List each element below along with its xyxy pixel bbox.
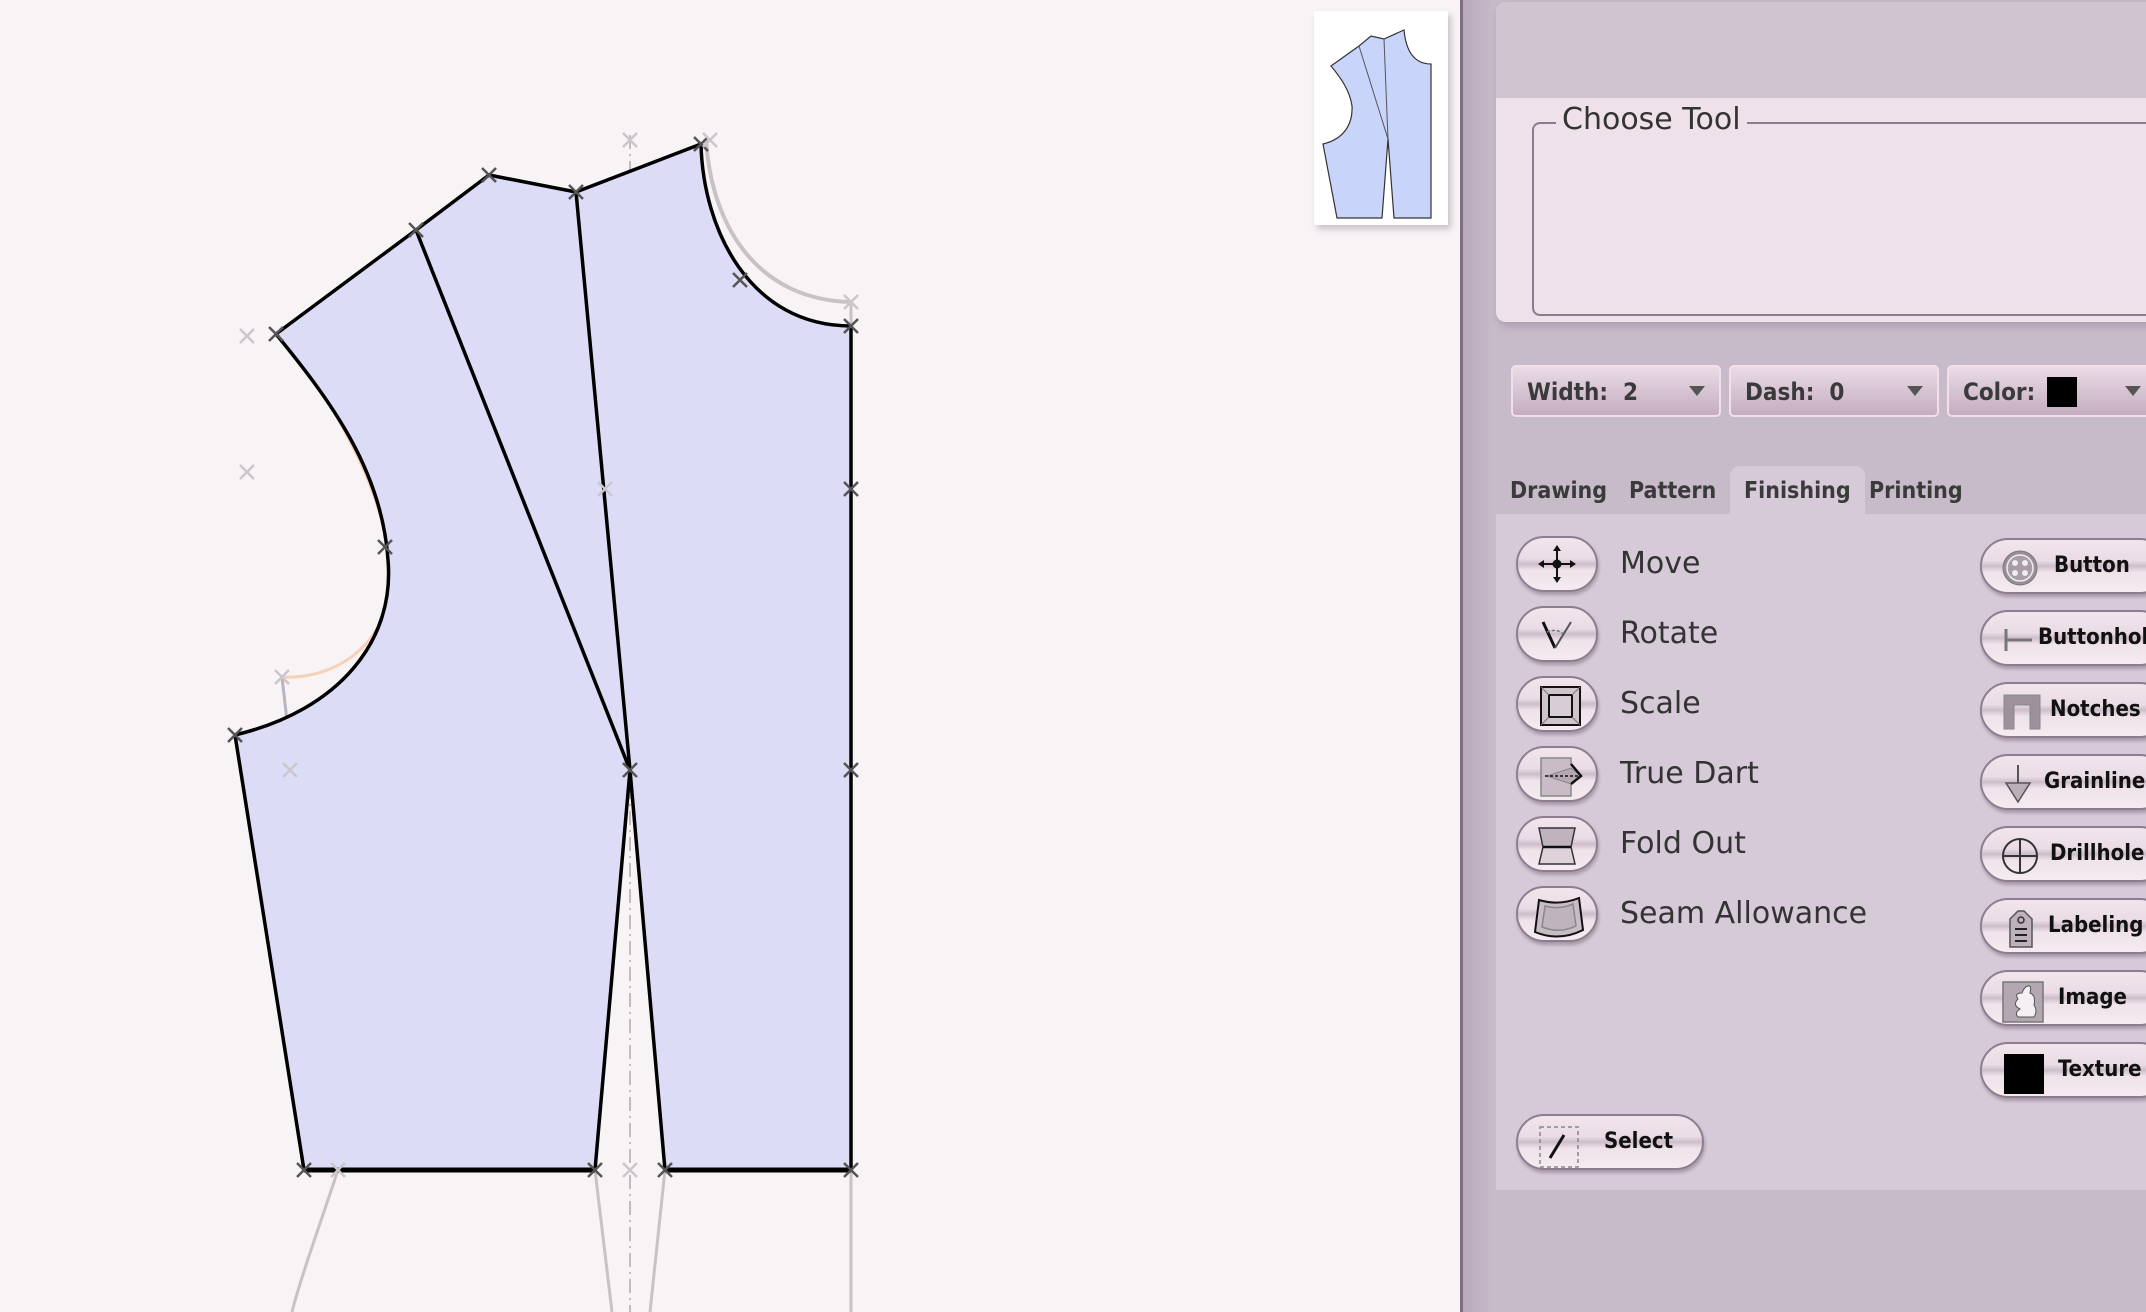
tool-scale-label: Scale xyxy=(1620,686,1701,721)
choose-tool-group: Choose Tool xyxy=(1532,102,2146,316)
move-button[interactable] xyxy=(1516,536,1598,592)
width-label: Width: xyxy=(1527,378,1609,406)
thumbnail-piece xyxy=(1322,29,1432,219)
color-dropdown[interactable]: Color: xyxy=(1947,365,2146,417)
grainline-tool-label: Grainline xyxy=(2044,769,2146,794)
select-icon xyxy=(1539,1126,1579,1168)
buttonhole-icon xyxy=(2004,629,2032,651)
color-swatch xyxy=(2047,377,2077,407)
seam-allowance-icon xyxy=(1533,896,1585,938)
rotate-icon xyxy=(1541,621,1572,649)
color-label: Color: xyxy=(1963,378,2036,406)
button-tool-label: Button xyxy=(2054,553,2130,578)
texture-icon xyxy=(2004,1054,2044,1094)
scale-icon xyxy=(1540,686,1581,726)
drillhole-tool[interactable]: Drillhole xyxy=(1980,826,2146,882)
fold-out-icon xyxy=(1538,827,1576,865)
true-dart-button[interactable] xyxy=(1516,746,1598,802)
button-tool[interactable]: Button xyxy=(1980,538,2146,594)
dash-value: 0 xyxy=(1829,378,1845,406)
notches-tool-label: Notches xyxy=(2050,697,2141,722)
width-value: 2 xyxy=(1623,378,1639,406)
tab-printing[interactable]: Printing xyxy=(1855,466,1977,516)
bodice-piece[interactable] xyxy=(233,142,853,1172)
notches-tool[interactable]: Notches xyxy=(1980,682,2146,738)
tool-rotate-label: Rotate xyxy=(1620,616,1719,651)
ghost-below-dart-r xyxy=(648,1169,667,1312)
image-tool[interactable]: Image xyxy=(1980,970,2146,1026)
overview-thumbnail[interactable] xyxy=(1314,11,1448,225)
tool-options-box: Choose Tool xyxy=(1496,2,2146,322)
buttonhole-tool-label: Buttonhole xyxy=(2038,625,2146,650)
chevron-down-icon xyxy=(1907,386,1923,396)
tab-finishing[interactable]: Finishing xyxy=(1730,466,1865,516)
tool-move-label: Move xyxy=(1620,546,1701,581)
true-dart-icon xyxy=(1540,757,1583,797)
select-button[interactable]: Select xyxy=(1516,1114,1704,1170)
select-button-label: Select xyxy=(1604,1129,1674,1154)
image-tool-label: Image xyxy=(2058,985,2127,1010)
tab-drawing[interactable]: Drawing xyxy=(1496,466,1621,516)
buttonhole-tool[interactable]: Buttonhole xyxy=(1980,610,2146,666)
button-icon xyxy=(2002,550,2038,586)
texture-tool[interactable]: Texture xyxy=(1980,1042,2146,1098)
chevron-down-icon xyxy=(1689,386,1705,396)
finishing-tab-content: Move Rotate Scale True Dart Fold Out Sea… xyxy=(1496,514,2146,1190)
ghost-below-dart-l xyxy=(593,1169,614,1312)
image-icon xyxy=(2002,981,2044,1023)
ghost-below-side xyxy=(290,1169,340,1312)
pattern-drawing[interactable] xyxy=(0,0,1460,1312)
pattern-canvas[interactable] xyxy=(0,0,1460,1312)
tool-fold-out-label: Fold Out xyxy=(1620,826,1746,861)
point-marker[interactable] xyxy=(239,328,255,344)
labeling-tool[interactable]: Labeling xyxy=(1980,898,2146,954)
tool-panel: Choose Tool Width: 2 Dash: 0 Color: Draw… xyxy=(1460,0,2146,1312)
dash-label: Dash: xyxy=(1745,378,1815,406)
grainline-tool[interactable]: Grainline xyxy=(1980,754,2146,810)
width-dropdown[interactable]: Width: 2 xyxy=(1511,365,1721,417)
chevron-down-icon xyxy=(2125,386,2141,396)
tool-seam-allowance-label: Seam Allowance xyxy=(1620,896,1868,931)
rotate-button[interactable] xyxy=(1516,606,1598,662)
move-icon xyxy=(1538,545,1576,583)
labeling-icon xyxy=(2009,910,2033,948)
texture-tool-label: Texture xyxy=(2058,1057,2142,1082)
drillhole-icon xyxy=(2002,838,2038,874)
choose-tool-label: Choose Tool xyxy=(1556,102,1747,137)
grainline-icon xyxy=(2004,765,2032,803)
notches-icon xyxy=(2003,694,2041,730)
seam-allowance-button[interactable] xyxy=(1516,886,1598,942)
tab-pattern[interactable]: Pattern xyxy=(1615,466,1730,516)
point-marker[interactable] xyxy=(622,1162,638,1178)
point-marker[interactable] xyxy=(239,464,255,480)
labeling-tool-label: Labeling xyxy=(2048,913,2144,938)
tool-true-dart-label: True Dart xyxy=(1620,756,1759,791)
tool-options-header xyxy=(1496,2,2146,98)
dash-dropdown[interactable]: Dash: 0 xyxy=(1729,365,1939,417)
drillhole-tool-label: Drillhole xyxy=(2050,841,2145,866)
fold-out-button[interactable] xyxy=(1516,816,1598,872)
scale-button[interactable] xyxy=(1516,676,1598,732)
